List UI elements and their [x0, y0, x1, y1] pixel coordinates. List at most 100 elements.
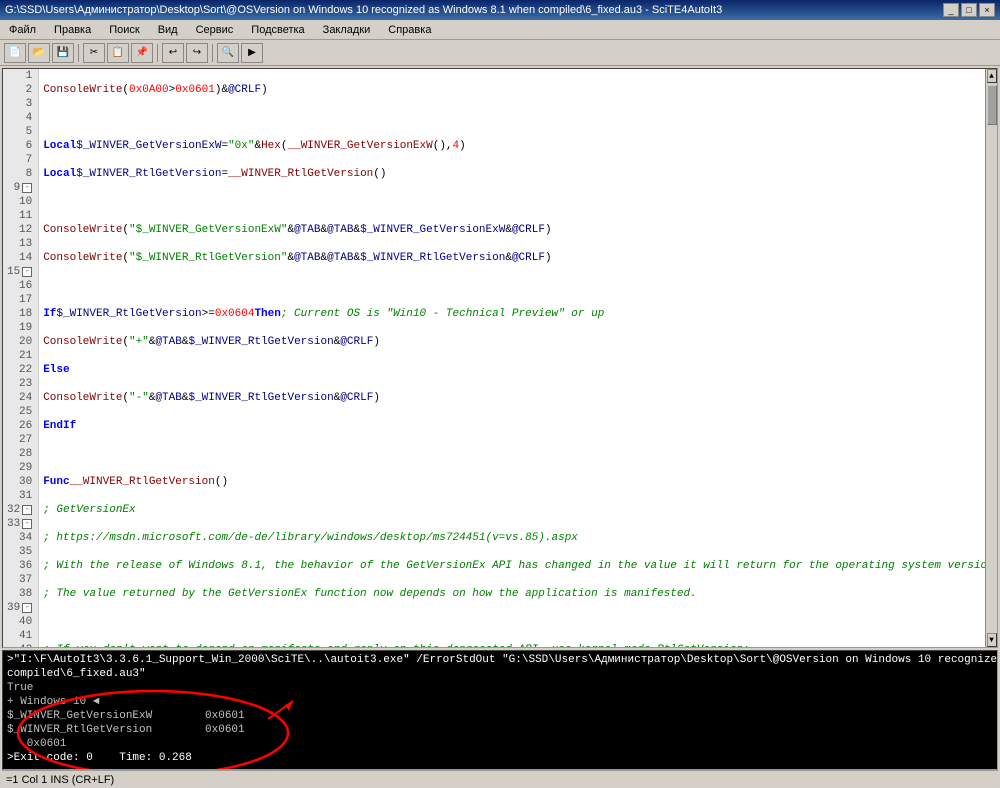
- code-line-13: EndIf: [43, 419, 981, 433]
- undo-button[interactable]: ↩: [162, 43, 184, 63]
- output-true: True: [7, 681, 993, 695]
- title-text: G:\SSD\Users\Администратор\Desktop\Sort\…: [5, 4, 722, 16]
- close-button[interactable]: ×: [979, 3, 995, 17]
- code-line-16: ; GetVersionEx: [43, 503, 981, 517]
- save-button[interactable]: 💾: [52, 43, 74, 63]
- line-num-37: 37: [7, 573, 34, 587]
- line-num-3: 3: [7, 97, 34, 111]
- line-num-20: 20: [7, 335, 34, 349]
- line-num-5: 5: [7, 125, 34, 139]
- fold-icon-15: -: [22, 267, 32, 277]
- toolbar: 📄 📂 💾 ✂ 📋 📌 ↩ ↪ 🔍 ▶: [0, 40, 1000, 66]
- line-num-25: 25: [7, 405, 34, 419]
- run-button[interactable]: ▶: [241, 43, 263, 63]
- code-line-8: [43, 279, 981, 293]
- line-num-6: 6: [7, 139, 34, 153]
- line-num-32[interactable]: 32-: [7, 503, 34, 517]
- line-num-40: 40: [7, 615, 34, 629]
- code-line-15: Func __WINVER_RtlGetVersion(): [43, 475, 981, 489]
- status-position: =1 Col 1 INS (CR+LF): [6, 774, 114, 786]
- fold-icon-9: -: [22, 183, 32, 193]
- line-num-30: 30: [7, 475, 34, 489]
- code-line-18: ; With the release of Windows 8.1, the b…: [43, 559, 981, 573]
- line-num-36: 36: [7, 559, 34, 573]
- line-numbers: 1 2 3 4 5 6 7 8 9- 10 11 12 13 14 15- 16…: [3, 69, 39, 647]
- line-num-22: 22: [7, 363, 34, 377]
- line-num-39[interactable]: 39-: [7, 601, 34, 615]
- line-num-42: 42: [7, 643, 34, 647]
- code-editor[interactable]: ConsoleWrite(0x0A00 > 0x0601) & @CRLF) L…: [39, 69, 985, 647]
- line-num-34: 34: [7, 531, 34, 545]
- line-num-28: 28: [7, 447, 34, 461]
- line-num-35: 35: [7, 545, 34, 559]
- code-line-20: [43, 615, 981, 629]
- line-num-26: 26: [7, 419, 34, 433]
- new-button[interactable]: 📄: [4, 43, 26, 63]
- line-num-9[interactable]: 9-: [7, 181, 34, 195]
- scroll-track[interactable]: [987, 83, 997, 633]
- find-button[interactable]: 🔍: [217, 43, 239, 63]
- line-num-11: 11: [7, 209, 34, 223]
- maximize-button[interactable]: □: [961, 3, 977, 17]
- code-line-3: Local $_WINVER_GetVersionExW = "0x" & He…: [43, 139, 981, 153]
- code-line-14: [43, 447, 981, 461]
- code-line-10: ConsoleWrite("+" & @TAB & $_WINVER_RtlGe…: [43, 335, 981, 349]
- line-num-13: 13: [7, 237, 34, 251]
- title-bar: G:\SSD\Users\Администратор\Desktop\Sort\…: [0, 0, 1000, 20]
- line-num-1: 1: [7, 69, 34, 83]
- code-line-4: Local $_WINVER_RtlGetVersion = __WINVER_…: [43, 167, 981, 181]
- vertical-scrollbar[interactable]: ▲ ▼: [985, 69, 997, 647]
- menu-search[interactable]: Поиск: [105, 23, 143, 37]
- toolbar-separator-3: [212, 44, 213, 62]
- toolbar-separator-1: [78, 44, 79, 62]
- code-line-21: ; If you don't want to depend on manifes…: [43, 643, 981, 647]
- code-line-1: ConsoleWrite(0x0A00 > 0x0601) & @CRLF): [43, 83, 981, 97]
- status-bar: =1 Col 1 INS (CR+LF): [2, 770, 998, 788]
- line-num-31: 31: [7, 489, 34, 503]
- menu-help[interactable]: Справка: [384, 23, 435, 37]
- output-exit: >Exit code: 0 Time: 0.268: [7, 751, 993, 765]
- redo-button[interactable]: ↪: [186, 43, 208, 63]
- cut-button[interactable]: ✂: [83, 43, 105, 63]
- line-num-7: 7: [7, 153, 34, 167]
- output-command-line: >"I:\F\AutoIt3\3.3.6.1_Support_Win_2000\…: [7, 653, 993, 667]
- fold-icon-33: -: [22, 519, 32, 529]
- scroll-down-button[interactable]: ▼: [987, 633, 997, 647]
- editor-main: 1 2 3 4 5 6 7 8 9- 10 11 12 13 14 15- 16…: [3, 69, 997, 647]
- line-num-29: 29: [7, 461, 34, 475]
- menu-view[interactable]: Вид: [154, 23, 182, 37]
- line-num-33[interactable]: 33-: [7, 517, 34, 531]
- line-num-17: 17: [7, 293, 34, 307]
- open-button[interactable]: 📂: [28, 43, 50, 63]
- code-line-7: ConsoleWrite("$_WINVER_RtlGetVersion" & …: [43, 251, 981, 265]
- line-num-4: 4: [7, 111, 34, 125]
- line-num-10: 10: [7, 195, 34, 209]
- menu-edit[interactable]: Правка: [50, 23, 95, 37]
- output-command-line-2: compiled\6_fixed.au3": [7, 667, 993, 681]
- line-num-15[interactable]: 15-: [7, 265, 34, 279]
- output-rtlgetversion: $_WINVER_RtlGetVersion 0x0601: [7, 723, 993, 737]
- output-getversion: $_WINVER_GetVersionExW 0x0601: [7, 709, 993, 723]
- code-line-11: Else: [43, 363, 981, 377]
- line-num-2: 2: [7, 83, 34, 97]
- menu-bookmarks[interactable]: Закладки: [319, 23, 375, 37]
- code-line-2: [43, 111, 981, 125]
- paste-button[interactable]: 📌: [131, 43, 153, 63]
- window-controls[interactable]: _ □ ×: [943, 3, 995, 17]
- menu-file[interactable]: Файл: [5, 23, 40, 37]
- editor-container: 1 2 3 4 5 6 7 8 9- 10 11 12 13 14 15- 16…: [2, 68, 998, 648]
- line-num-18: 18: [7, 307, 34, 321]
- menu-highlight[interactable]: Подсветка: [247, 23, 308, 37]
- menu-tools[interactable]: Сервис: [192, 23, 238, 37]
- copy-button[interactable]: 📋: [107, 43, 129, 63]
- minimize-button[interactable]: _: [943, 3, 959, 17]
- code-line-17: ; https://msdn.microsoft.com/de-de/libra…: [43, 531, 981, 545]
- code-line-6: ConsoleWrite("$_WINVER_GetVersionExW" & …: [43, 223, 981, 237]
- code-line-9: If $_WINVER_RtlGetVersion >= 0x0604 Then…: [43, 307, 981, 321]
- fold-icon-39: -: [22, 603, 32, 613]
- line-num-8: 8: [7, 167, 34, 181]
- scroll-up-button[interactable]: ▲: [987, 69, 997, 83]
- line-num-21: 21: [7, 349, 34, 363]
- fold-icon-32: -: [22, 505, 32, 515]
- scroll-thumb[interactable]: [987, 85, 997, 125]
